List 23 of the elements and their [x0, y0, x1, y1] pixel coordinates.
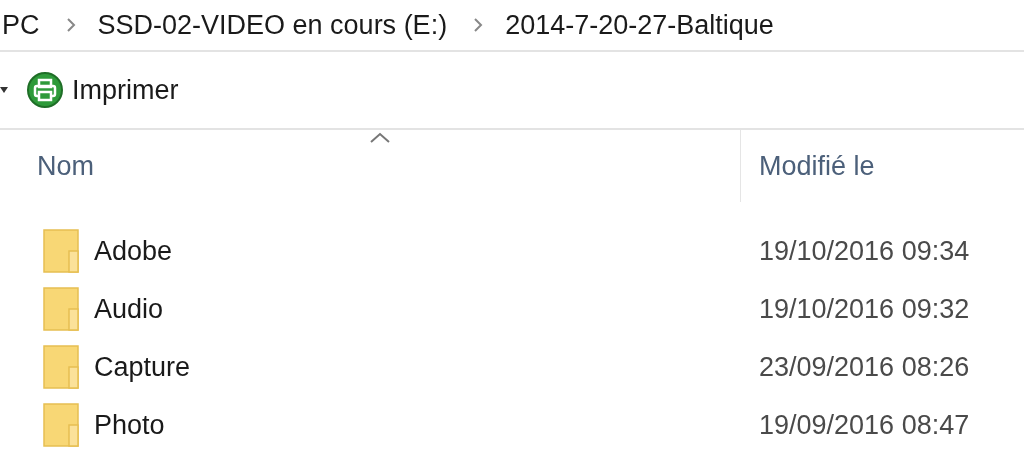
print-button[interactable]: Imprimer — [26, 71, 179, 109]
column-header[interactable]: Modifié le — [740, 130, 1024, 202]
file-name[interactable]: Adobe — [94, 235, 173, 267]
caret-down-icon[interactable] — [0, 86, 8, 94]
column-header[interactable]: Nom — [0, 130, 740, 202]
modified-date: 19/10/2016 09:34 — [759, 235, 970, 266]
file-name[interactable]: Photo — [94, 409, 165, 441]
sort-up-icon — [370, 132, 390, 143]
chevron-right-icon — [473, 17, 484, 33]
modified-date: 19/10/2016 09:32 — [759, 293, 970, 324]
folder-icon — [43, 345, 79, 389]
chevron-right-icon — [65, 17, 76, 33]
file-name[interactable]: Capture — [94, 351, 191, 383]
printer-icon — [26, 71, 64, 109]
file-name[interactable]: Audio — [94, 293, 164, 325]
breadcrumb-item[interactable]: 2014-7-20-27-Baltique — [503, 9, 776, 41]
breadcrumb-item[interactable]: SSD-02-VIDEO en cours (E:) — [95, 9, 450, 41]
folder-icon — [43, 287, 79, 331]
breadcrumb-item[interactable]: PC — [0, 9, 42, 41]
folder-icon — [43, 229, 79, 273]
modified-date: 23/09/2016 08:26 — [759, 351, 970, 382]
modified-date: 19/09/2016 08:47 — [759, 409, 970, 440]
folder-icon — [43, 403, 79, 447]
